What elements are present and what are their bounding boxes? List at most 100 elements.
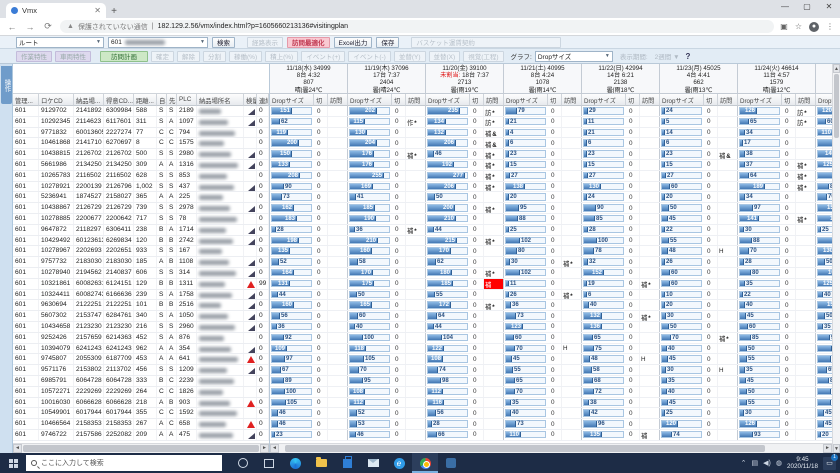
dropsize-bar-cell[interactable]: 65 bbox=[504, 376, 548, 386]
dropsize-bar-cell[interactable]: 55 bbox=[660, 236, 704, 246]
dropsize-bar-cell[interactable]: 21 bbox=[504, 117, 548, 127]
dropsize-bar-cell[interactable]: 160 bbox=[270, 300, 314, 310]
dropsize-bar-cell[interactable]: 41 bbox=[348, 192, 392, 202]
col-header-kiri[interactable]: 切 bbox=[782, 94, 796, 106]
dropsize-bar-cell[interactable]: 50 bbox=[816, 311, 832, 321]
col-header-dropsize[interactable]: Dropサイズ bbox=[582, 94, 626, 106]
dropsize-bar-cell[interactable]: 37 bbox=[738, 160, 782, 170]
dropsize-bar-cell[interactable]: 85 bbox=[816, 376, 832, 386]
dropsize-bar-cell[interactable]: 15 bbox=[504, 160, 548, 170]
dropsize-bar-cell[interactable]: 55 bbox=[426, 290, 470, 300]
dropsize-bar-cell[interactable]: 100 bbox=[348, 333, 392, 343]
dropsize-bar-cell[interactable]: 100 bbox=[816, 398, 832, 408]
table-row[interactable]: 601 10321861 60082631 6124151 129 B B 1311 99 bbox=[13, 278, 269, 290]
dropsize-bar-cell[interactable]: 95 bbox=[816, 387, 832, 397]
work-property-button[interactable]: 作業特性 bbox=[16, 50, 52, 62]
dropsize-bar-cell[interactable]: 176 bbox=[348, 149, 392, 159]
dropsize-bar-cell[interactable]: 202 bbox=[348, 106, 392, 116]
dropsize-bar-cell[interactable]: 15 bbox=[660, 160, 704, 170]
dropsize-bar-cell[interactable]: 46 bbox=[270, 419, 314, 429]
table-row[interactable]: 601 9630694 2122251 2122251 101 B B 2516 0 bbox=[13, 300, 269, 312]
scroll-thumb[interactable] bbox=[23, 445, 259, 452]
table-row[interactable]: 601 10265783 2116502 2116502 628 S S 853 0 bbox=[13, 170, 269, 182]
grid-vscrollbar[interactable]: ▲ ▼ bbox=[832, 64, 840, 453]
col-header-kiri[interactable]: 切 bbox=[626, 94, 640, 106]
dropsize-bar-cell[interactable]: 85 bbox=[816, 182, 832, 192]
date-group-header[interactable]: 11/20(金) 39100 未割当: 18台 7:37 2713 曇|雨19℃ bbox=[426, 64, 504, 94]
dropsize-bar-cell[interactable]: 235 bbox=[426, 106, 470, 116]
dropsize-bar-cell[interactable]: 55 bbox=[738, 354, 782, 364]
dropsize-bar-cell[interactable]: 40 bbox=[816, 290, 832, 300]
col-header-visit[interactable]: 訪問 bbox=[640, 94, 660, 106]
dropsize-bar-cell[interactable]: 23 bbox=[660, 149, 704, 159]
col-header-visit[interactable]: 訪問 bbox=[328, 94, 348, 106]
table-row[interactable]: 601 10324411 60082743 6166636 239 S A 1758 0 bbox=[13, 289, 269, 301]
visit-optimize-button[interactable]: 訪問最適化 bbox=[287, 36, 330, 48]
dropsize-bar-cell[interactable]: 44 bbox=[270, 290, 314, 300]
dropsize-bar-cell[interactable]: 90 bbox=[270, 182, 314, 192]
dropsize-bar-cell[interactable]: 135 bbox=[582, 430, 626, 440]
dropsize-bar-cell[interactable]: 58 bbox=[582, 365, 626, 375]
column-header[interactable]: 距離... bbox=[134, 93, 157, 106]
dropsize-bar-cell[interactable]: 112 bbox=[426, 387, 470, 397]
dropsize-bar-cell[interactable]: 138 bbox=[504, 182, 548, 192]
dropsize-bar-cell[interactable]: 38 bbox=[738, 149, 782, 159]
col-header-dropsize[interactable]: Dropサイズ bbox=[738, 94, 782, 106]
ime-globe-icon[interactable]: ◍ bbox=[776, 459, 782, 467]
window-maximize-button[interactable]: ▢ bbox=[796, 0, 818, 14]
dropsize-bar-cell[interactable]: 135 bbox=[270, 246, 314, 256]
column-header[interactable]: 先... bbox=[167, 93, 177, 106]
dropsize-bar-cell[interactable]: 97 bbox=[738, 203, 782, 213]
dropsize-bar-cell[interactable]: 119 bbox=[270, 128, 314, 138]
table-row[interactable]: 601 10572271 2229269 2229269 264 C C 1826 0 bbox=[13, 386, 269, 398]
dropsize-bar-cell[interactable]: 28 bbox=[270, 225, 314, 235]
table-row[interactable]: 601 10438815 2126702 2126702 500 S S 2980 0 bbox=[13, 149, 269, 160]
dropsize-bar-cell[interactable]: 73 bbox=[270, 192, 314, 202]
dropsize-bar-cell[interactable]: 35 bbox=[816, 322, 832, 332]
dropsize-bar-cell[interactable]: 14 bbox=[660, 128, 704, 138]
dropsize-bar-cell[interactable]: 152 bbox=[582, 268, 626, 278]
search-button[interactable]: 検索 bbox=[212, 36, 235, 48]
vehicle-property-button[interactable]: 車両特性 bbox=[55, 50, 91, 62]
dropsize-bar-cell[interactable]: 50 bbox=[348, 290, 392, 300]
dropsize-bar-cell[interactable]: 64 bbox=[426, 311, 470, 321]
dropsize-bar-cell[interactable]: 190 bbox=[348, 214, 392, 224]
dropsize-bar-cell[interactable]: 26 bbox=[504, 290, 548, 300]
dropsize-bar-cell[interactable]: 45 bbox=[816, 408, 832, 418]
dropsize-bar-cell[interactable]: 95 bbox=[348, 376, 392, 386]
dropsize-bar-cell[interactable]: 36 bbox=[348, 225, 392, 235]
start-button[interactable] bbox=[0, 453, 26, 473]
dropsize-bar-cell[interactable]: 66 bbox=[426, 430, 470, 440]
table-row[interactable]: 601 10466564 2158353 2158353 267 A C 658 0 bbox=[13, 419, 269, 430]
dropsize-bar-cell[interactable]: 155 bbox=[816, 203, 832, 213]
dropsize-bar-cell[interactable]: 255 bbox=[348, 171, 392, 181]
event-minus-button[interactable]: イベント(-) bbox=[348, 50, 391, 62]
dropsize-bar-cell[interactable]: 277 bbox=[426, 171, 470, 181]
dropsize-bar-cell[interactable]: 30 bbox=[660, 365, 704, 375]
dropsize-bar-cell[interactable]: 79 bbox=[504, 106, 548, 116]
table-row[interactable]: 601 9129702 2141892 6309984 588 S S 2189 0 bbox=[13, 106, 269, 117]
route-display-button[interactable]: 経路表示 bbox=[247, 36, 283, 48]
dropsize-bar-cell[interactable]: 134 bbox=[426, 117, 470, 127]
dropsize-bar-cell[interactable]: 27 bbox=[504, 171, 548, 181]
dropsize-bar-cell[interactable]: 44 bbox=[426, 322, 470, 332]
dropsize-bar-cell[interactable]: 169 bbox=[348, 182, 392, 192]
dropsize-bar-cell[interactable]: 40 bbox=[348, 322, 392, 332]
dropsize-bar-cell[interactable]: 35 bbox=[738, 365, 782, 375]
dropsize-bar-cell[interactable]: 36 bbox=[270, 322, 314, 332]
dropsize-bar-cell[interactable]: 62 bbox=[426, 257, 470, 267]
dropsize-bar-cell[interactable]: 90 bbox=[582, 203, 626, 213]
tray-clock[interactable]: 9:45 2020/11/18 bbox=[787, 456, 818, 470]
dropsize-bar-cell[interactable]: 44 bbox=[426, 225, 470, 235]
dropsize-bar-cell[interactable]: 200 bbox=[816, 171, 832, 181]
dropsize-bar-cell[interactable]: 73 bbox=[504, 311, 548, 321]
table-row[interactable]: 601 5661986 2134250 2134250 309 A A 1316 0 bbox=[13, 159, 269, 171]
dropsize-bar-cell[interactable]: 27 bbox=[660, 171, 704, 181]
dropsize-bar-cell[interactable]: 85 bbox=[738, 333, 782, 343]
dropsize-bar-cell[interactable]: 55 bbox=[738, 398, 782, 408]
dropsize-bar-cell[interactable]: 89 bbox=[270, 376, 314, 386]
dropsize-bar-cell[interactable]: 132 bbox=[582, 311, 626, 321]
col-header-dropsize[interactable]: Dropサイズ bbox=[426, 94, 470, 106]
col-header-visit[interactable]: 訪問 bbox=[796, 94, 816, 106]
dropsize-bar-cell[interactable]: 108 bbox=[348, 387, 392, 397]
